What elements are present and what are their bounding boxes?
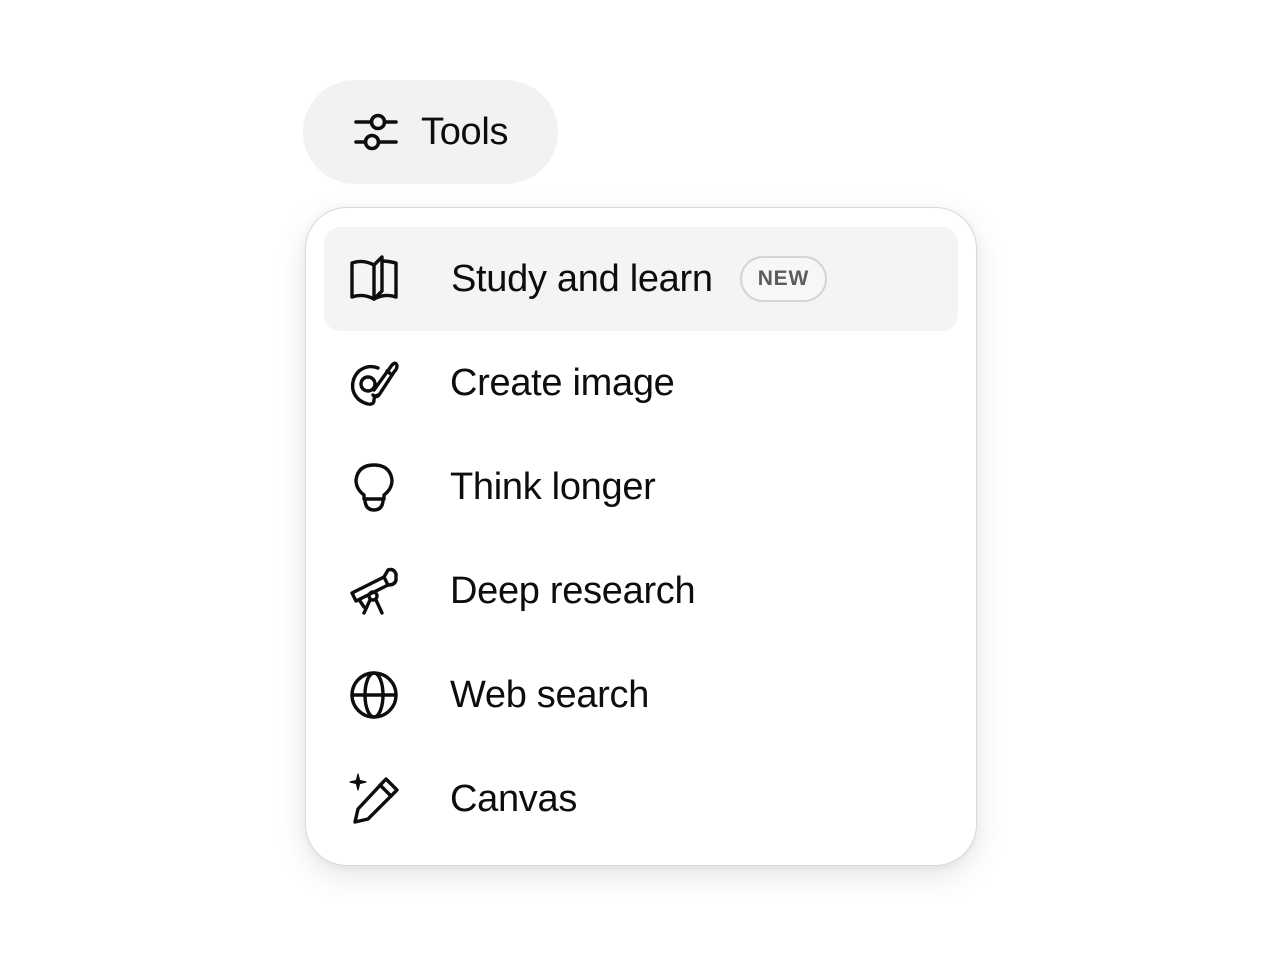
menu-item-label: Canvas: [450, 777, 578, 820]
menu-item-study-and-learn[interactable]: Study and learn NEW: [324, 227, 958, 331]
tools-button-label: Tools: [421, 110, 509, 153]
menu-item-think-longer[interactable]: Think longer: [324, 435, 958, 539]
pencil-sparkle-icon: [346, 771, 402, 827]
menu-item-label: Study and learn: [451, 257, 713, 300]
lightbulb-icon: [346, 459, 402, 515]
menu-item-web-search[interactable]: Web search: [324, 643, 958, 747]
tools-button[interactable]: Tools: [303, 80, 558, 184]
telescope-icon: [346, 563, 402, 619]
menu-item-deep-research[interactable]: Deep research: [324, 539, 958, 643]
globe-icon: [346, 667, 402, 723]
open-book-icon: [346, 251, 402, 307]
tools-menu: Study and learn NEW Create image Think l…: [305, 207, 977, 866]
menu-item-label: Think longer: [450, 465, 656, 508]
palette-brush-icon: [346, 355, 402, 411]
menu-item-label: Web search: [450, 673, 650, 716]
sliders-icon: [351, 107, 401, 157]
stage: Tools Study and learn NEW Create image T…: [0, 0, 1280, 960]
new-badge: NEW: [739, 256, 828, 302]
menu-item-create-image[interactable]: Create image: [324, 331, 958, 435]
menu-item-label: Create image: [450, 361, 675, 404]
menu-item-label: Deep research: [450, 569, 696, 612]
menu-item-canvas[interactable]: Canvas: [324, 747, 958, 851]
